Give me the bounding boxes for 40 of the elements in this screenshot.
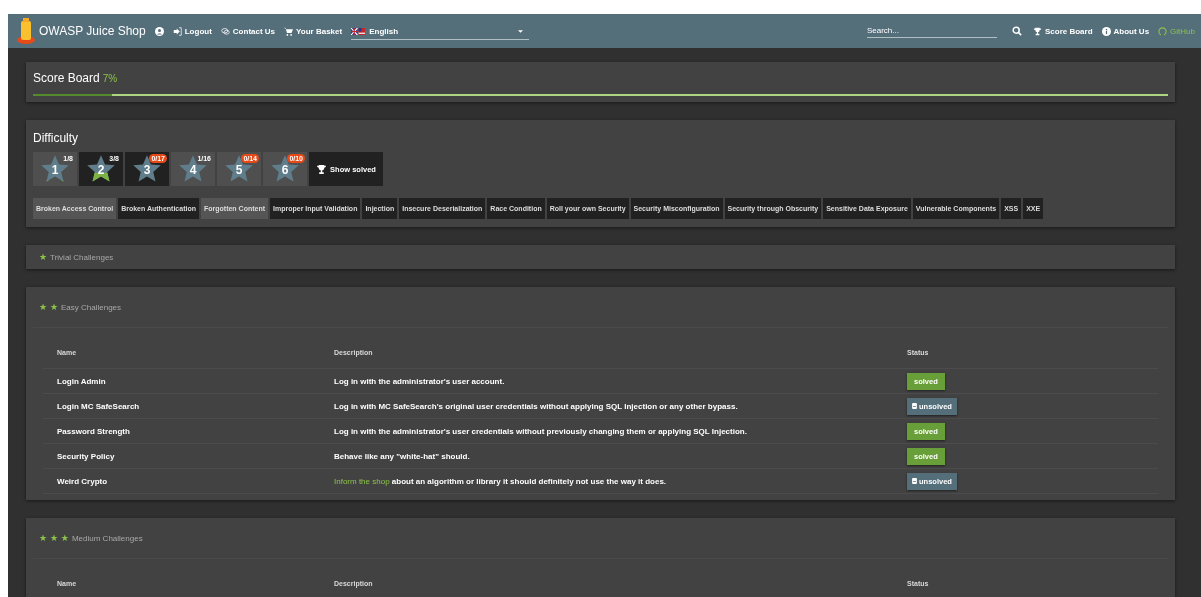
nav-link[interactable]: Contact Us [220,26,276,36]
juice-bottle-icon[interactable] [16,18,36,44]
table-cell: Security Policy [43,443,320,469]
flag-icon [351,27,366,35]
trophy-icon [316,163,328,175]
description-text: Inform the shop about an algorithm or library it should definitely not use the way it does. [334,476,667,486]
info-icon [1101,26,1111,36]
table-cell: Password Strength [43,418,320,444]
description-text: Behave like any "white-hat" should. [334,451,470,461]
description-text: Log in with the administrator's user account. [334,376,505,386]
nav-link[interactable]: Your Basket [284,26,343,36]
star-glyphs: ★ ★ ★ [39,533,69,543]
search-field[interactable]: Search... [866,24,997,38]
search-icon[interactable] [1011,26,1022,36]
account-icon[interactable] [154,26,164,36]
app-title[interactable]: OWASP Juice Shop [39,24,146,38]
nav-link[interactable]: Logout [172,26,212,36]
nav-link[interactable]: About Us [1101,26,1150,36]
github-icon [1158,26,1168,36]
panel-title: Difficulty [33,131,79,145]
section-title: Medium Challenges [71,533,143,543]
section-title: Trivial Challenges [50,252,114,262]
language-select[interactable]: English [351,26,530,40]
nav-link[interactable]: Score Board [1032,26,1093,36]
star-glyphs: ★ ★ [39,302,58,312]
star-glyphs: ★ [39,252,48,262]
caret-icon [518,29,524,33]
description-text: Log in with MC SafeSearch's original user credentials without applying SQL Injection or any other bypass. [334,401,738,411]
score-percent: 7% [102,73,118,84]
link[interactable]: Inform the shop [334,476,390,486]
table-cell: Weird Crypto [43,468,320,494]
trophy-icon [1032,26,1042,36]
logout-icon [172,26,182,36]
panel-title: Score Board [33,71,100,85]
chat-icon [220,26,230,36]
table-cell: Login Admin [43,368,320,394]
cart-icon [284,26,294,36]
table-cell: Login MC SafeSearch [43,393,320,419]
description-text: Log in with the administrator's user credentials without previously changing them or applying SQL Injection. [334,426,747,436]
section-title: Easy Challenges [61,302,122,312]
